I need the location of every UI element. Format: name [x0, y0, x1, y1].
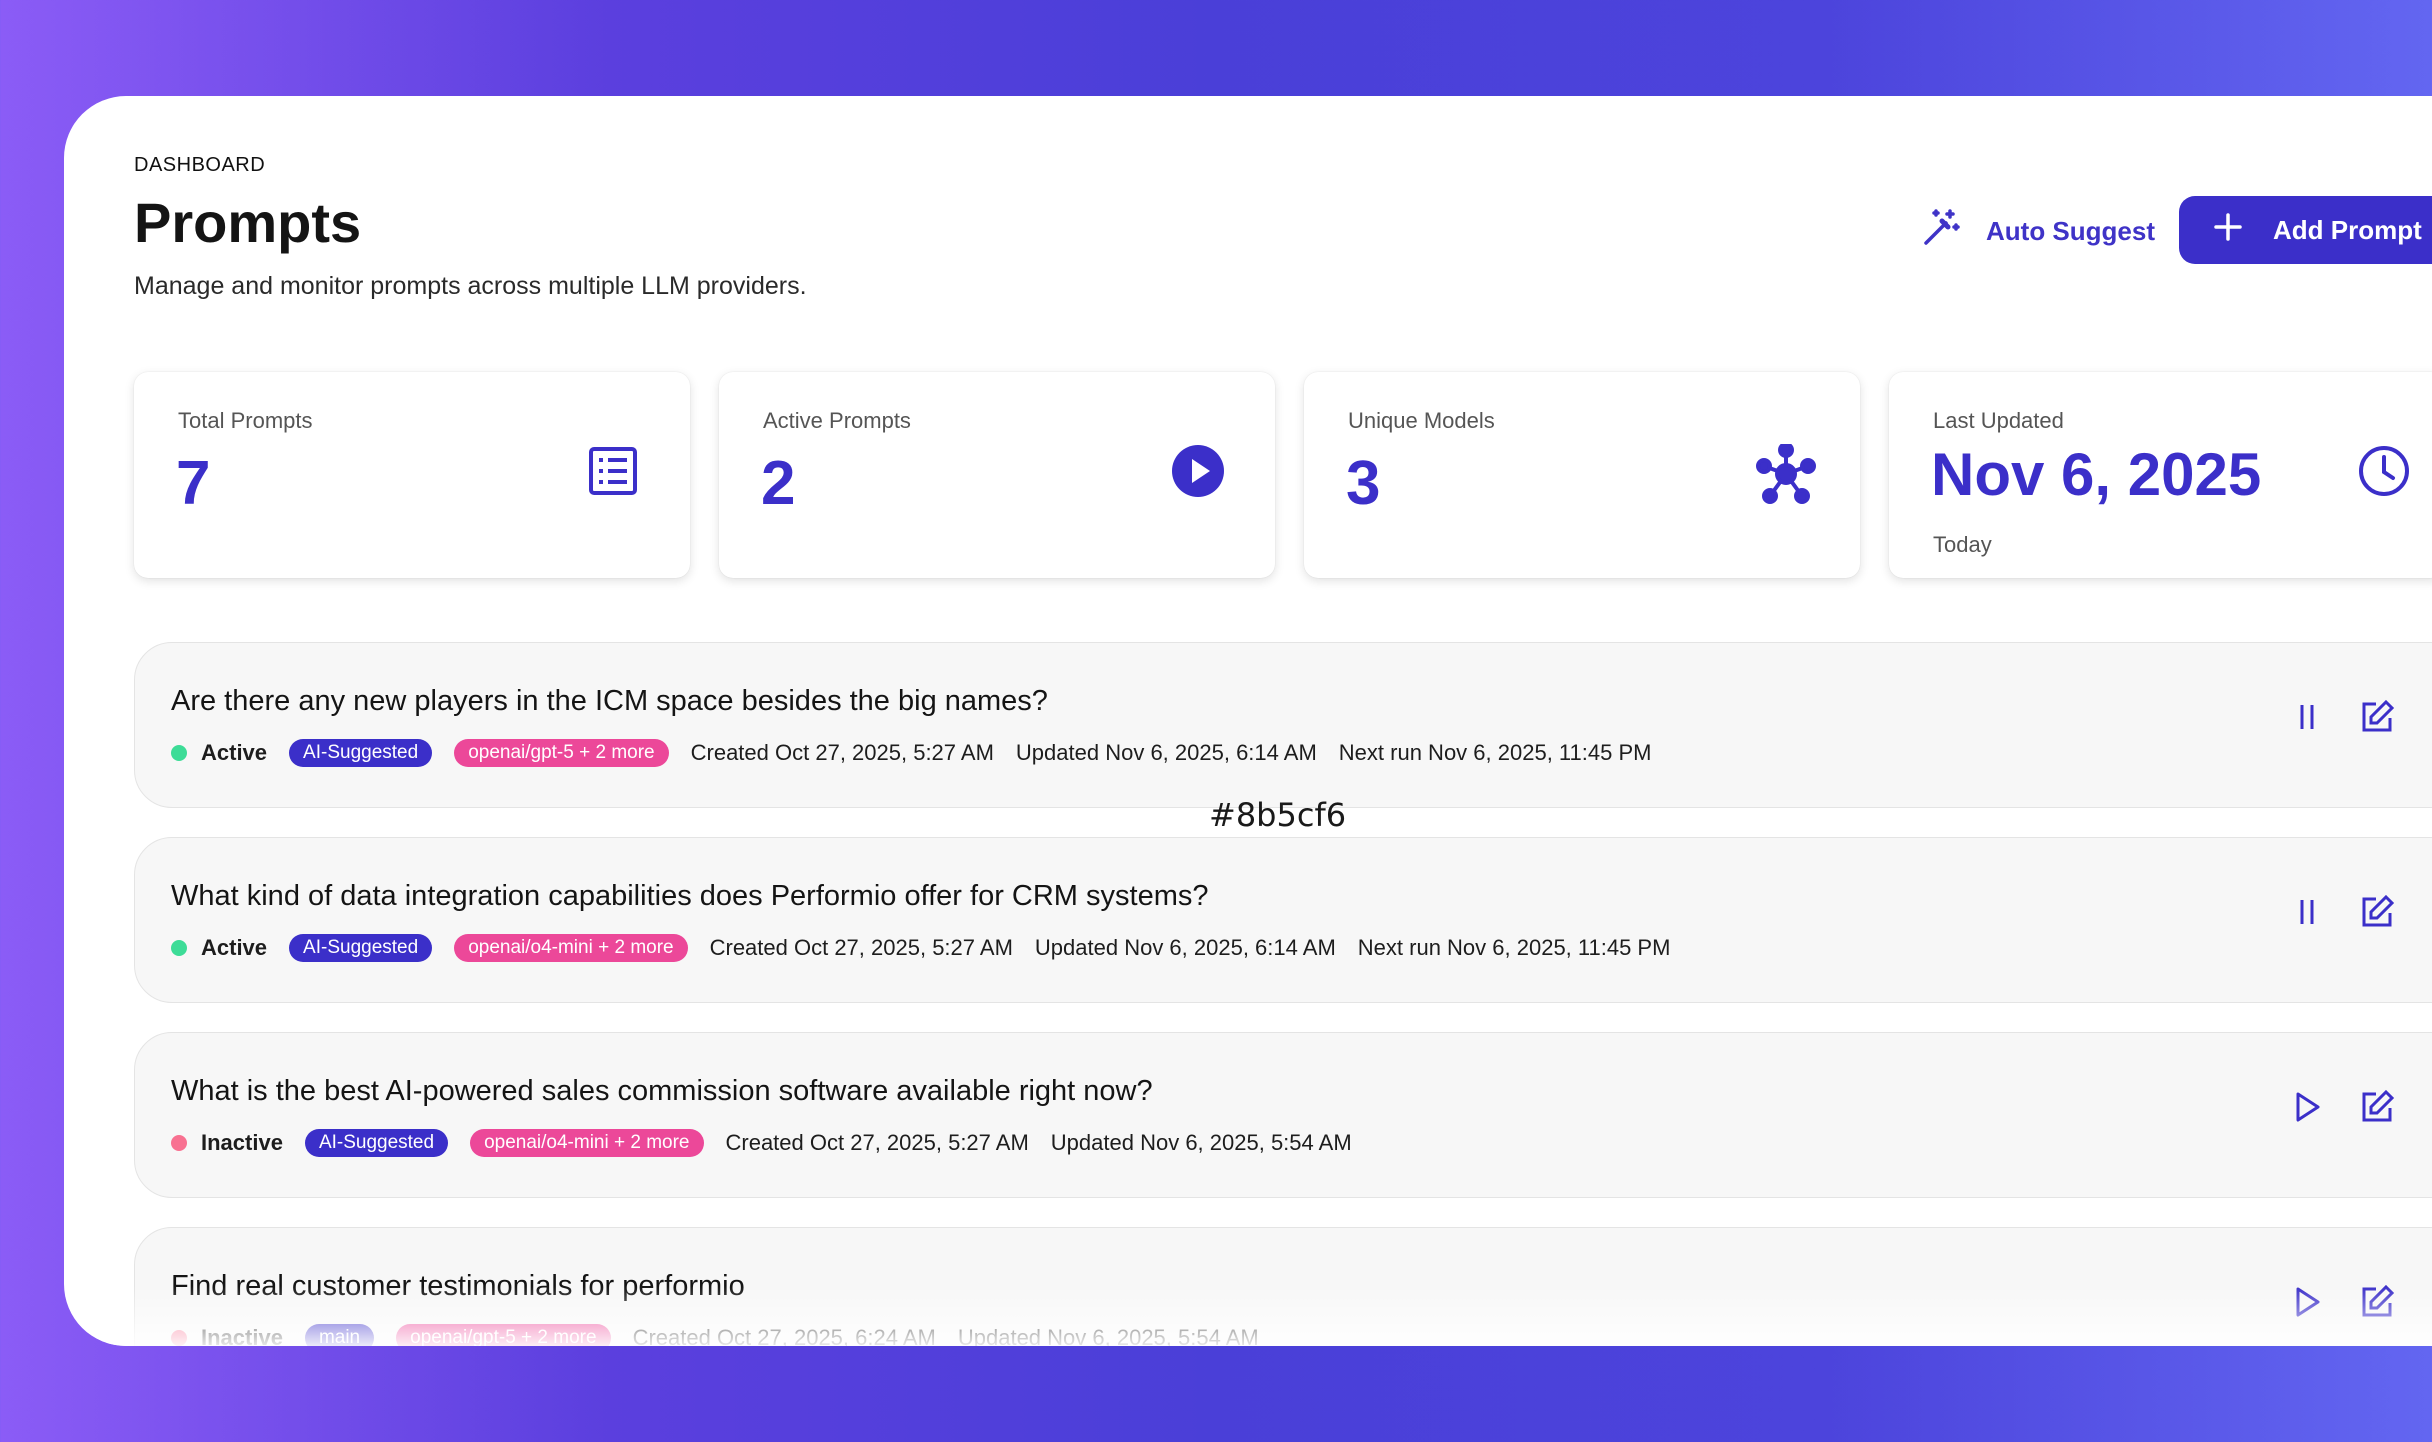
auto-suggest-label: Auto Suggest — [1986, 215, 2155, 246]
updated-date: Updated Nov 6, 2025, 6:14 AM — [1034, 935, 1336, 960]
delete-button[interactable] — [2423, 693, 2432, 741]
prompt-meta: Inactive main openai/gpt-5 + 2 more Crea… — [171, 1324, 1259, 1346]
add-prompt-label: Add Prompt — [2273, 214, 2422, 245]
add-prompt-button[interactable]: Add Prompt — [2179, 196, 2432, 264]
updated-date: Updated Nov 6, 2025, 6:14 AM — [1015, 740, 1317, 765]
network-icon — [1756, 442, 1816, 504]
status-label: Inactive — [201, 1325, 283, 1346]
status-indicator: Inactive — [171, 1325, 283, 1346]
tag-chip: AI-Suggested — [289, 934, 433, 962]
status-label: Active — [201, 740, 268, 765]
main-panel: DASHBOARD Prompts Manage and monitor pro… — [64, 96, 2432, 1346]
status-indicator: Inactive — [171, 1130, 283, 1156]
edit-icon — [2362, 1284, 2395, 1317]
magic-wand-icon — [1920, 207, 1962, 256]
edit-icon — [2362, 894, 2395, 927]
stat-note: Today — [1933, 532, 1992, 557]
models-chip: openai/o4-mini + 2 more — [470, 1129, 704, 1157]
stat-label: Last Updated — [1933, 408, 2064, 433]
stat-card-unique-models: Unique Models 3 — [1304, 372, 1860, 578]
stat-value: 2 — [761, 449, 796, 518]
next-run: Next run Nov 6, 2025, 11:45 PM — [1357, 935, 1671, 960]
pause-icon — [2300, 900, 2314, 924]
stat-label: Unique Models — [1348, 408, 1495, 433]
status-dot — [171, 745, 187, 761]
plus-icon — [2213, 212, 2243, 249]
status-label: Active — [201, 935, 268, 960]
pause-button[interactable] — [2283, 693, 2331, 741]
status-dot — [171, 1330, 187, 1346]
stat-value: 3 — [1346, 449, 1381, 518]
play-button[interactable] — [2283, 1083, 2331, 1131]
stat-card-total-prompts: Total Prompts 7 — [134, 372, 690, 578]
prompt-question: Find real customer testimonials for perf… — [171, 1270, 745, 1302]
stat-label: Total Prompts — [178, 408, 313, 433]
edit-button[interactable] — [2353, 888, 2401, 936]
stat-value: Nov 6, 2025 — [1931, 441, 2262, 508]
delete-button[interactable] — [2423, 888, 2432, 936]
page-subtitle: Manage and monitor prompts across multip… — [134, 272, 807, 300]
auto-suggest-button[interactable]: Auto Suggest — [1900, 196, 2175, 266]
status-indicator: Active — [171, 935, 267, 961]
models-chip: openai/gpt-5 + 2 more — [454, 739, 669, 767]
tag-chip: main — [304, 1324, 375, 1346]
prompt-meta: Inactive AI-Suggested openai/o4-mini + 2… — [171, 1129, 1352, 1157]
prompt-question: What kind of data integration capabiliti… — [171, 880, 1209, 912]
breadcrumb: DASHBOARD — [134, 154, 266, 176]
play-button[interactable] — [2283, 1278, 2331, 1326]
created-date: Created Oct 27, 2025, 5:27 AM — [725, 1130, 1029, 1155]
play-circle-icon — [1171, 444, 1225, 498]
edit-button[interactable] — [2353, 1083, 2401, 1131]
stat-label: Active Prompts — [763, 408, 911, 433]
delete-button[interactable] — [2423, 1278, 2432, 1326]
status-dot — [171, 940, 187, 956]
page-title: Prompts — [134, 191, 362, 254]
prompt-meta: Active AI-Suggested openai/gpt-5 + 2 mor… — [171, 739, 1651, 767]
prompt-question: Are there any new players in the ICM spa… — [171, 685, 1048, 717]
created-date: Created Oct 27, 2025, 6:24 AM — [632, 1325, 936, 1346]
prompt-row[interactable]: What is the best AI-powered sales commis… — [134, 1032, 2432, 1198]
list-icon — [586, 444, 640, 498]
created-date: Created Oct 27, 2025, 5:27 AM — [690, 740, 994, 765]
status-label: Inactive — [201, 1130, 283, 1155]
pause-icon — [2300, 705, 2314, 729]
clock-icon — [2357, 444, 2411, 498]
updated-date: Updated Nov 6, 2025, 5:54 AM — [1050, 1130, 1352, 1155]
pause-button[interactable] — [2283, 888, 2331, 936]
tag-chip: AI-Suggested — [289, 739, 433, 767]
stat-card-last-updated: Last Updated Nov 6, 2025 Today — [1889, 372, 2432, 578]
edit-icon — [2362, 699, 2395, 732]
stat-card-active-prompts: Active Prompts 2 — [719, 372, 1275, 578]
tag-chip: AI-Suggested — [304, 1129, 449, 1157]
created-date: Created Oct 27, 2025, 5:27 AM — [709, 935, 1013, 960]
prompt-question: What is the best AI-powered sales commis… — [171, 1075, 1153, 1107]
delete-button[interactable] — [2423, 1083, 2432, 1131]
edit-icon — [2362, 1089, 2395, 1122]
prompt-meta: Active AI-Suggested openai/o4-mini + 2 m… — [171, 934, 1670, 962]
prompt-row[interactable]: Find real customer testimonials for perf… — [134, 1227, 2432, 1346]
models-chip: openai/o4-mini + 2 more — [454, 934, 688, 962]
color-hex-label: #8b5cf6 — [1209, 796, 1347, 834]
edit-button[interactable] — [2353, 1278, 2401, 1326]
prompt-row[interactable]: What kind of data integration capabiliti… — [134, 837, 2432, 1003]
updated-date: Updated Nov 6, 2025, 5:54 AM — [957, 1325, 1259, 1346]
edit-button[interactable] — [2353, 693, 2401, 741]
models-chip: openai/gpt-5 + 2 more — [396, 1324, 611, 1346]
stat-value: 7 — [176, 449, 211, 518]
prompt-row[interactable]: Are there any new players in the ICM spa… — [134, 642, 2432, 808]
status-dot — [171, 1135, 187, 1151]
play-icon — [2296, 1092, 2320, 1122]
play-icon — [2296, 1287, 2320, 1317]
status-indicator: Active — [171, 740, 267, 766]
next-run: Next run Nov 6, 2025, 11:45 PM — [1338, 740, 1652, 765]
